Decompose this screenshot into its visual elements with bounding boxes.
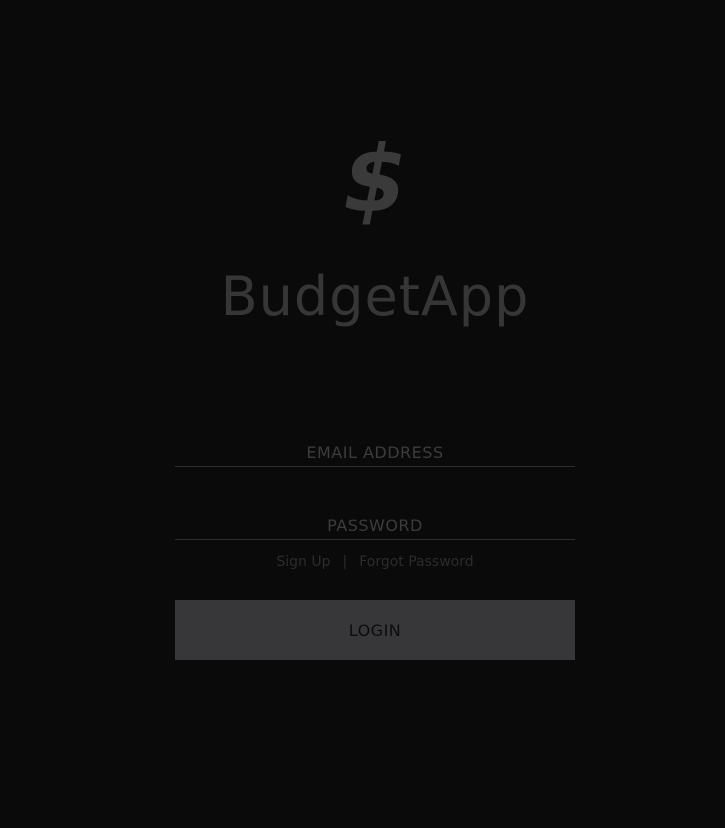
dollar-sign-icon: $ [342,126,407,233]
email-field[interactable] [175,430,575,466]
login-screen: $ BudgetApp Sign Up | Forgot Password LOGI… [0,0,725,828]
app-title: BudgetApp [220,265,530,328]
auth-links: Sign Up | Forgot Password [175,552,575,572]
link-separator: | [342,554,348,570]
password-field[interactable] [175,503,575,539]
sign-up-link[interactable]: Sign Up [276,554,330,570]
email-field-container [175,430,575,467]
login-button[interactable]: LOGIN [175,600,575,660]
forgot-password-link[interactable]: Forgot Password [359,554,473,570]
password-field-container [175,503,575,540]
